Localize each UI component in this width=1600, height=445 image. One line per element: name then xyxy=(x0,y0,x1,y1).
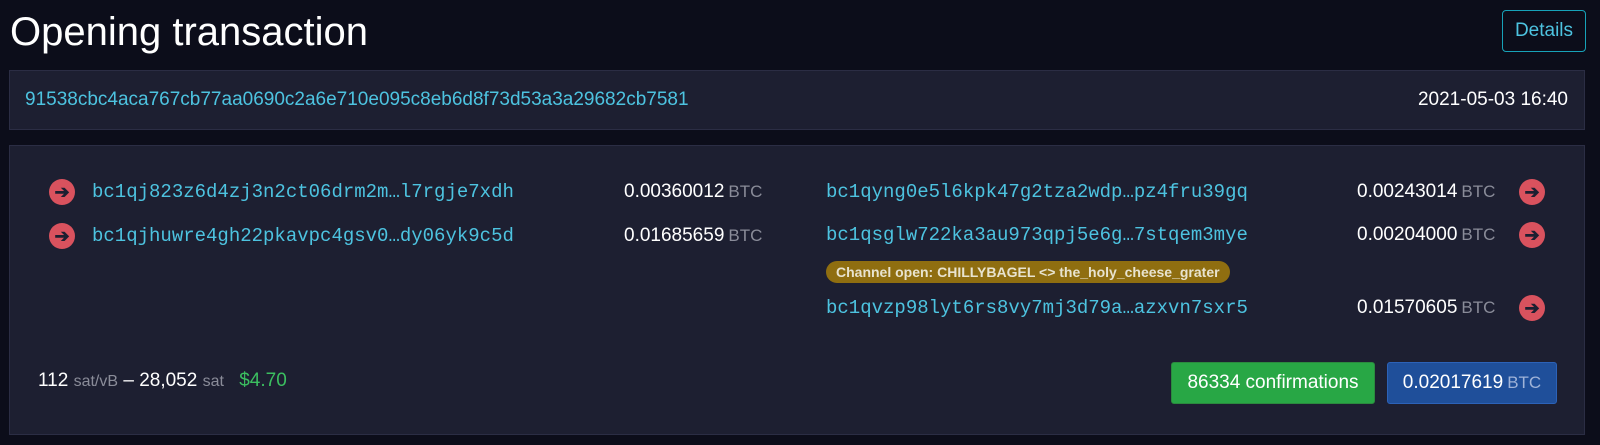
output-amount-row: 0.00204000 BTC xyxy=(1357,220,1495,250)
arrow-right-circle-icon[interactable]: ➔ xyxy=(1519,222,1545,248)
input-amount-row: 0.01685659 BTC xyxy=(624,221,762,251)
fee-rate: 112 xyxy=(38,370,69,391)
output-unit: BTC xyxy=(1461,225,1496,244)
arrow-right-circle-icon[interactable]: ➔ xyxy=(49,223,75,249)
output-address[interactable]: bc1qsglw722ka3au973qpj5e6g…7stqem3mye xyxy=(826,224,1248,246)
input-address[interactable]: bc1qj823z6d4zj3n2ct06drm2m…l7rgje7xdh xyxy=(92,181,514,203)
page-title: Opening transaction xyxy=(10,10,369,54)
transaction-header: 91538cbc4aca767cb77aa0690c2a6e710e095c8e… xyxy=(9,70,1585,130)
output-row: ➔ xyxy=(1519,220,1545,250)
output-amount: 0.01570605 xyxy=(1357,297,1458,318)
details-button[interactable]: Details xyxy=(1502,10,1586,52)
input-address-row: bc1qj823z6d4zj3n2ct06drm2m…l7rgje7xdh xyxy=(92,177,514,207)
input-address[interactable]: bc1qjhuwre4gh22pkavpc4gsv0…dy06yk9c5d xyxy=(92,225,514,247)
arrow-right-circle-icon[interactable]: ➔ xyxy=(1519,179,1545,205)
total-amount: 0.02017619 xyxy=(1402,372,1504,393)
input-address-row: bc1qjhuwre4gh22pkavpc4gsv0…dy06yk9c5d xyxy=(92,221,514,251)
input-amount: 0.00360012 xyxy=(624,181,725,202)
fee-separator: – xyxy=(123,370,134,391)
output-address[interactable]: bc1qvzp98lyt6rs8vy7mj3d79a…azxvn7sxr5 xyxy=(826,297,1248,319)
output-amount: 0.00243014 xyxy=(1357,181,1458,202)
channel-badge: Channel open: CHILLYBAGEL <> the_holy_ch… xyxy=(826,261,1230,283)
output-address[interactable]: bc1qyng0e5l6kpk47g2tza2wdp…pz4fru39gq xyxy=(826,181,1248,203)
fee-total: 28,052 xyxy=(139,370,198,391)
input-amount-row: 0.00360012 BTC xyxy=(624,177,762,207)
output-unit: BTC xyxy=(1461,182,1496,201)
total-unit: BTC xyxy=(1507,373,1542,392)
txid-link[interactable]: 91538cbc4aca767cb77aa0690c2a6e710e095c8e… xyxy=(25,89,689,111)
fee-total-unit: sat xyxy=(202,373,224,390)
output-address-row: bc1qyng0e5l6kpk47g2tza2wdp…pz4fru39gq xyxy=(826,177,1248,207)
arrow-right-circle-icon[interactable]: ➔ xyxy=(1519,295,1545,321)
output-row: ➔ xyxy=(1519,177,1545,207)
input-unit: BTC xyxy=(728,182,763,201)
fee-summary: 112 sat/vB – 28,052 sat $4.70 xyxy=(38,370,287,392)
output-unit: BTC xyxy=(1461,298,1496,317)
page: Opening transaction Details 91538cbc4aca… xyxy=(0,0,1600,445)
output-amount: 0.00204000 xyxy=(1357,224,1458,245)
confirmations-badge: 86334 confirmations xyxy=(1171,362,1375,404)
fee-usd: $4.70 xyxy=(239,370,287,391)
output-address-row: bc1qsglw722ka3au973qpj5e6g…7stqem3mye xyxy=(826,220,1248,250)
input-unit: BTC xyxy=(728,226,763,245)
input-amount: 0.01685659 xyxy=(624,225,725,246)
timestamp: 2021-05-03 16:40 xyxy=(1417,89,1568,110)
fee-rate-unit: sat/vB xyxy=(73,373,119,390)
output-amount-row: 0.00243014 BTC xyxy=(1357,177,1495,207)
output-address-row: bc1qvzp98lyt6rs8vy7mj3d79a…azxvn7sxr5 xyxy=(826,293,1248,323)
output-amount-row: 0.01570605 BTC xyxy=(1357,293,1495,323)
total-output-badge: 0.02017619 BTC xyxy=(1387,362,1557,404)
arrow-right-circle-icon[interactable]: ➔ xyxy=(49,179,75,205)
input-row: ➔ xyxy=(49,221,75,251)
input-row: ➔ xyxy=(49,177,75,207)
output-row: ➔ xyxy=(1519,293,1545,323)
